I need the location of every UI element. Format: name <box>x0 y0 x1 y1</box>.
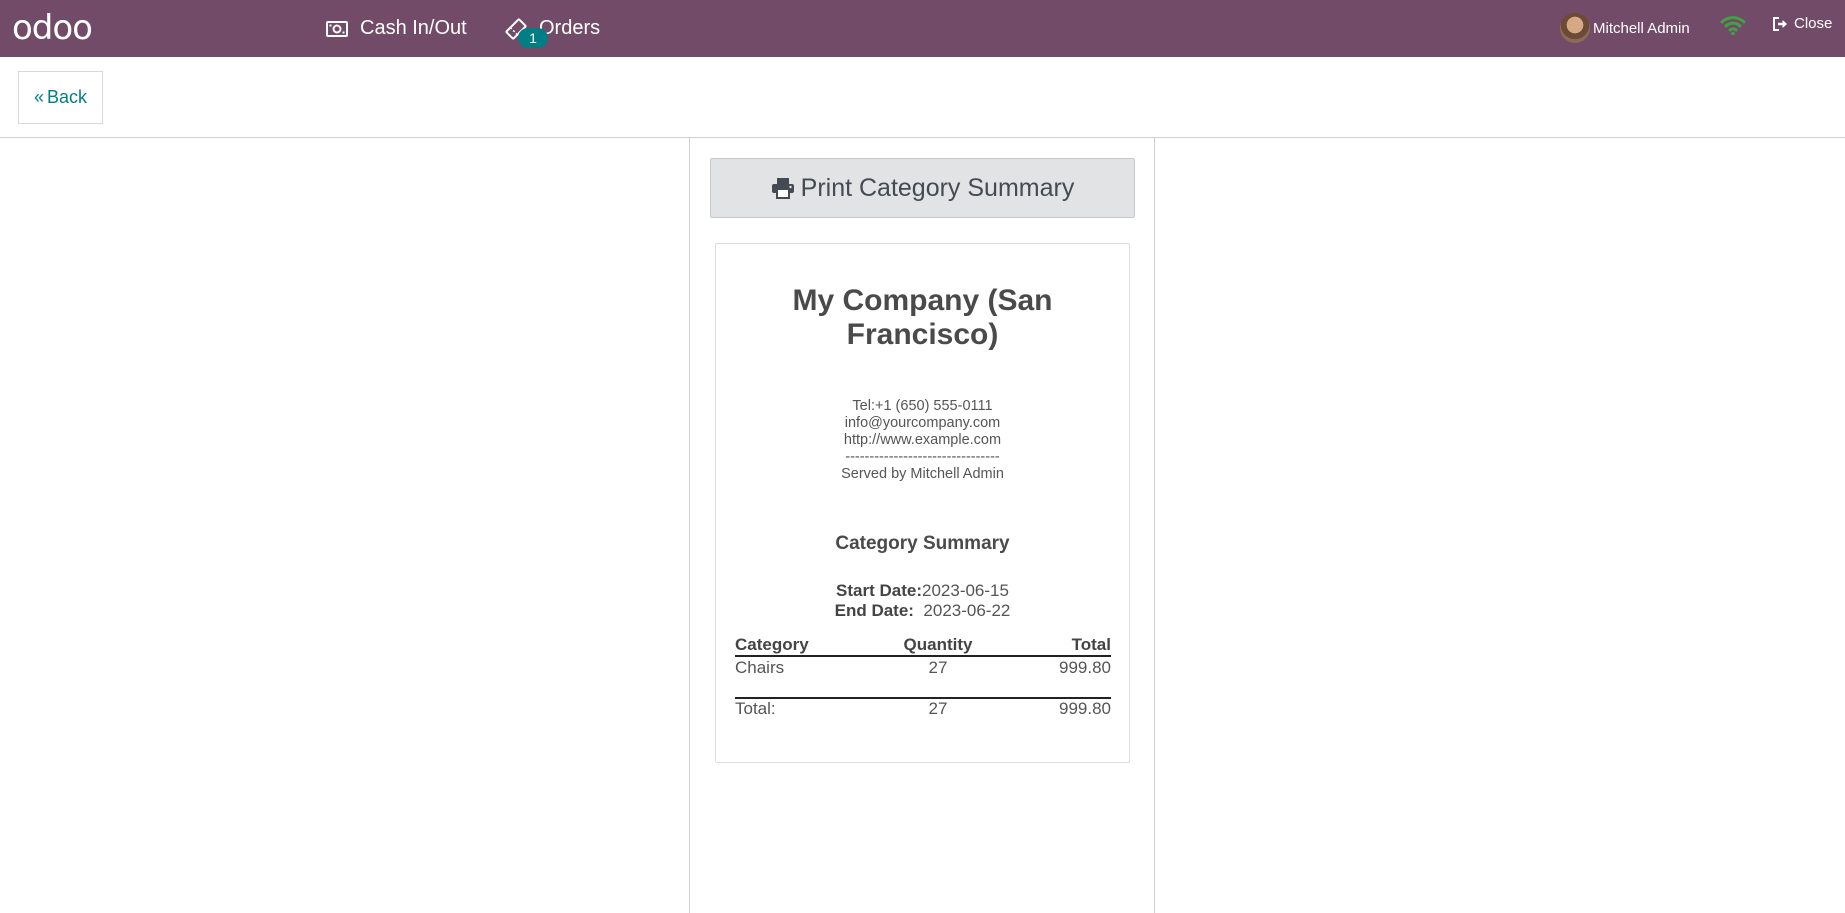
angle-double-left-icon: « <box>33 87 44 107</box>
cash-in-out-button[interactable]: Cash In/Out <box>326 0 467 57</box>
back-button[interactable]: « Back <box>18 71 103 124</box>
orders-ticket-icon: 1 <box>505 18 548 48</box>
user-name: Mitchell Admin <box>1593 19 1690 37</box>
orders-label: Orders <box>539 17 601 39</box>
table-row: Chairs 27 999.80 <box>735 657 1111 678</box>
print-label: Print Category Summary <box>800 173 1075 202</box>
company-website: http://www.example.com <box>843 432 1002 448</box>
summary-title: Category Summary <box>835 533 1010 554</box>
company-phone: Tel:+1 (650) 555-0111 <box>852 398 993 414</box>
total-label: Total: <box>735 699 776 718</box>
total-quantity: 27 <box>928 699 948 718</box>
wifi-icon[interactable] <box>1720 14 1746 36</box>
date-range: Start Date:2023-06-15 End Date: 2023-06-… <box>735 581 1110 621</box>
start-date-value: 2023-06-15 <box>922 581 1009 600</box>
served-by: Served by Mitchell Admin <box>841 466 1004 482</box>
row-category: Chairs <box>735 658 785 677</box>
orders-button[interactable]: 1 Orders <box>505 0 600 57</box>
column-header-quantity: Quantity <box>903 635 973 654</box>
category-table: Category Quantity Total Chairs 27 999.80… <box>735 635 1111 719</box>
end-date-value: 2023-06-22 <box>923 601 1011 620</box>
control-bar: « Back <box>0 57 1845 138</box>
company-contact: Tel:+1 (650) 555-0111 info@yourcompany.c… <box>735 398 1110 483</box>
row-quantity: 27 <box>928 658 948 677</box>
close-button[interactable]: Close <box>1772 15 1832 32</box>
avatar <box>1560 13 1590 43</box>
back-label: Back <box>46 87 88 107</box>
total-amount: 999.80 <box>1059 699 1111 718</box>
category-summary-receipt: My Company (San Francisco) Tel:+1 (650) … <box>715 243 1130 763</box>
table-total-row: Total: 27 999.80 <box>735 697 1111 719</box>
end-date-label: End Date: <box>834 601 914 620</box>
table-header: Category Quantity Total <box>735 635 1111 657</box>
company-name: My Company (San Francisco) <box>792 284 1053 351</box>
cash-in-out-label: Cash In/Out <box>360 17 467 39</box>
separator: -------------------------------- <box>845 449 1000 465</box>
start-date-label: Start Date: <box>836 581 922 600</box>
sign-out-icon <box>1773 16 1787 31</box>
column-header-total: Total <box>1071 635 1111 654</box>
user-menu[interactable]: Mitchell Admin <box>1560 11 1690 45</box>
receipt-screen: Print Category Summary My Company (San F… <box>689 138 1155 913</box>
print-category-summary-button[interactable]: Print Category Summary <box>710 158 1135 218</box>
company-email: info@yourcompany.com <box>844 415 1001 431</box>
pos-navbar: odoo Cash In/Out 1 Orders Mitchell Admin… <box>0 0 1845 57</box>
close-label: Close <box>1794 15 1833 32</box>
odoo-logo: odoo <box>12 8 93 48</box>
print-icon <box>771 178 794 199</box>
money-icon <box>326 20 348 37</box>
column-header-category: Category <box>735 635 809 654</box>
orders-count-badge: 1 <box>518 27 548 48</box>
row-total: 999.80 <box>1059 658 1111 677</box>
